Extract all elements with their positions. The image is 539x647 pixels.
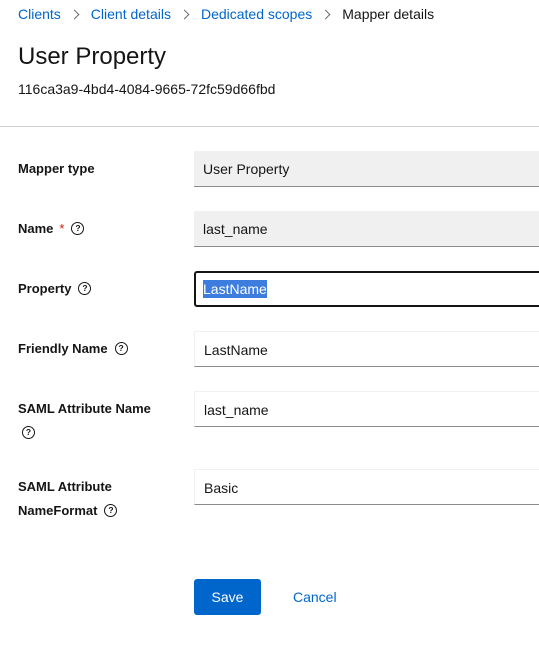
breadcrumb-current: Mapper details <box>342 6 435 22</box>
mapper-type-label-text: Mapper type <box>18 161 95 176</box>
chevron-right-icon <box>179 9 190 19</box>
saml-attribute-name-input[interactable]: last_name <box>194 391 539 427</box>
name-label-text: Name <box>18 221 54 236</box>
help-icon[interactable]: ? <box>22 426 35 440</box>
property-input[interactable]: LastName <box>194 271 539 307</box>
required-indicator: * <box>59 221 65 236</box>
help-icon[interactable]: ? <box>71 222 85 236</box>
saml-attribute-name-label: SAML Attribute Name ? <box>18 397 151 445</box>
saml-attribute-name-label-text: SAML Attribute Name <box>18 401 151 416</box>
saml-attribute-nameformat-select[interactable]: Basic <box>194 469 539 505</box>
chevron-right-icon <box>320 9 331 19</box>
help-icon[interactable]: ? <box>104 504 118 518</box>
saml-attribute-nameformat-label: SAML Attribute NameFormat? <box>18 475 118 523</box>
friendly-name-label-text: Friendly Name <box>18 341 108 356</box>
mapper-id: 116ca3a9-4bd4-4084-9665-72fc59d66fbd <box>18 81 276 97</box>
friendly-name-value: LastName <box>204 342 268 358</box>
saml-attribute-nameformat-label-line2: NameFormat <box>18 503 98 518</box>
help-icon[interactable]: ? <box>78 282 92 296</box>
saml-attribute-nameformat-value: Basic <box>204 480 239 496</box>
breadcrumb: Clients Client details Dedicated scopes … <box>18 6 434 22</box>
mapper-type-value: User Property <box>203 161 290 177</box>
mapper-type-field: User Property <box>194 151 539 187</box>
mapper-type-label: Mapper type <box>18 157 95 181</box>
name-field: last_name <box>194 211 539 247</box>
saml-attribute-name-value: last_name <box>204 402 269 418</box>
friendly-name-label: Friendly Name? <box>18 337 128 361</box>
chevron-right-icon <box>69 9 80 19</box>
property-value: LastName <box>203 280 267 298</box>
page-title: User Property <box>18 43 167 70</box>
help-icon[interactable]: ? <box>114 342 128 356</box>
save-button[interactable]: Save <box>194 579 261 615</box>
breadcrumb-link-clients[interactable]: Clients <box>18 6 61 22</box>
name-value: last_name <box>203 221 268 237</box>
header-divider <box>0 126 539 127</box>
breadcrumb-link-dedicated-scopes[interactable]: Dedicated scopes <box>201 6 312 22</box>
property-label: Property? <box>18 277 92 301</box>
friendly-name-input[interactable]: LastName <box>194 331 539 367</box>
breadcrumb-link-client-details[interactable]: Client details <box>91 6 171 22</box>
saml-attribute-nameformat-label-line1: SAML Attribute <box>18 479 112 494</box>
name-label: Name *? <box>18 217 85 241</box>
cancel-button[interactable]: Cancel <box>293 579 337 615</box>
property-label-text: Property <box>18 281 72 296</box>
